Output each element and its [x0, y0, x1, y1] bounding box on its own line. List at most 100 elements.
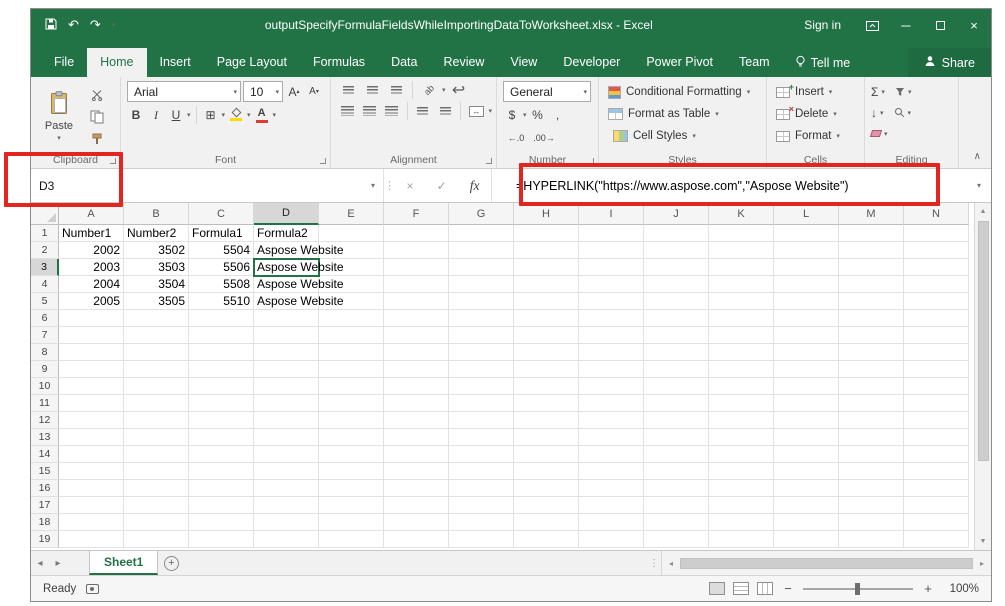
row-header-8[interactable]: 8: [31, 344, 59, 361]
cell-A6[interactable]: [59, 310, 124, 327]
cell-G8[interactable]: [449, 344, 514, 361]
decrease-indent-button[interactable]: [413, 102, 433, 120]
cell-H13[interactable]: [514, 429, 579, 446]
cell-A14[interactable]: [59, 446, 124, 463]
cell-G11[interactable]: [449, 395, 514, 412]
cell-N16[interactable]: [904, 480, 969, 497]
name-box-dropdown-icon[interactable]: ▾: [371, 181, 375, 190]
cell-K3[interactable]: [709, 259, 774, 276]
orientation-button[interactable]: ab: [418, 81, 440, 99]
tab-page-layout[interactable]: Page Layout: [204, 48, 300, 77]
cell-N13[interactable]: [904, 429, 969, 446]
cell-D7[interactable]: [254, 327, 319, 344]
cell-M3[interactable]: [839, 259, 904, 276]
cell-D14[interactable]: [254, 446, 319, 463]
decrease-font-size-button[interactable]: A▾: [305, 82, 323, 102]
zoom-level[interactable]: 100%: [943, 583, 979, 595]
cell-F19[interactable]: [384, 531, 449, 548]
cell-E11[interactable]: [319, 395, 384, 412]
align-top-button[interactable]: [337, 81, 359, 99]
cell-G12[interactable]: [449, 412, 514, 429]
cell-A3[interactable]: 2003: [59, 259, 124, 276]
bold-button[interactable]: B: [127, 105, 145, 125]
cell-F17[interactable]: [384, 497, 449, 514]
cell-J12[interactable]: [644, 412, 709, 429]
cell-G3[interactable]: [449, 259, 514, 276]
cell-C13[interactable]: [189, 429, 254, 446]
cell-F11[interactable]: [384, 395, 449, 412]
cell-E19[interactable]: [319, 531, 384, 548]
cell-H10[interactable]: [514, 378, 579, 395]
cell-L11[interactable]: [774, 395, 839, 412]
cell-C4[interactable]: 5508: [189, 276, 254, 293]
cell-N10[interactable]: [904, 378, 969, 395]
cell-H3[interactable]: [514, 259, 579, 276]
column-header-G[interactable]: G: [449, 203, 514, 225]
cell-B14[interactable]: [124, 446, 189, 463]
align-left-button[interactable]: [337, 102, 357, 120]
cell-E9[interactable]: [319, 361, 384, 378]
cell-E8[interactable]: [319, 344, 384, 361]
cell-L9[interactable]: [774, 361, 839, 378]
cell-C7[interactable]: [189, 327, 254, 344]
vertical-scroll-thumb[interactable]: [978, 221, 989, 461]
tab-data[interactable]: Data: [378, 48, 430, 77]
cell-I18[interactable]: [579, 514, 644, 531]
tab-formulas[interactable]: Formulas: [300, 48, 378, 77]
row-header-9[interactable]: 9: [31, 361, 59, 378]
cell-M19[interactable]: [839, 531, 904, 548]
autosum-button[interactable]: Σ▾: [871, 85, 885, 99]
cell-D18[interactable]: [254, 514, 319, 531]
cell-D6[interactable]: [254, 310, 319, 327]
cell-I5[interactable]: [579, 293, 644, 310]
share-button[interactable]: Share: [908, 48, 991, 77]
row-header-18[interactable]: 18: [31, 514, 59, 531]
cell-L18[interactable]: [774, 514, 839, 531]
minimize-button[interactable]: ─: [889, 9, 923, 41]
cell-A7[interactable]: [59, 327, 124, 344]
scroll-up-icon[interactable]: ▲: [980, 205, 987, 218]
find-select-button[interactable]: ▾: [894, 107, 912, 118]
cell-J13[interactable]: [644, 429, 709, 446]
cell-N1[interactable]: [904, 225, 969, 242]
row-header-13[interactable]: 13: [31, 429, 59, 446]
sort-filter-button[interactable]: ▾: [895, 87, 912, 97]
cell-J4[interactable]: [644, 276, 709, 293]
column-header-I[interactable]: I: [579, 203, 644, 225]
row-header-6[interactable]: 6: [31, 310, 59, 327]
cell-E18[interactable]: [319, 514, 384, 531]
fill-button[interactable]: ↓▾: [871, 106, 884, 120]
comma-style-button[interactable]: ,: [549, 105, 567, 125]
align-center-button[interactable]: [359, 102, 379, 120]
cell-F9[interactable]: [384, 361, 449, 378]
dropdown-icon[interactable]: ▾: [523, 111, 527, 119]
select-all-corner[interactable]: [31, 203, 59, 225]
cell-N7[interactable]: [904, 327, 969, 344]
cell-G16[interactable]: [449, 480, 514, 497]
zoom-slider[interactable]: [803, 588, 913, 590]
cell-J16[interactable]: [644, 480, 709, 497]
column-header-D[interactable]: D: [254, 203, 319, 225]
cell-N8[interactable]: [904, 344, 969, 361]
paste-button[interactable]: Paste ▾: [37, 81, 81, 148]
cell-F8[interactable]: [384, 344, 449, 361]
column-header-E[interactable]: E: [319, 203, 384, 225]
cell-M15[interactable]: [839, 463, 904, 480]
cell-A18[interactable]: [59, 514, 124, 531]
cell-L6[interactable]: [774, 310, 839, 327]
cell-F18[interactable]: [384, 514, 449, 531]
cell-J18[interactable]: [644, 514, 709, 531]
vertical-scrollbar[interactable]: ▲ ▼: [974, 203, 991, 550]
horizontal-scroll-thumb[interactable]: [680, 558, 973, 569]
row-header-2[interactable]: 2: [31, 242, 59, 259]
cell-G4[interactable]: [449, 276, 514, 293]
cell-L10[interactable]: [774, 378, 839, 395]
cell-K16[interactable]: [709, 480, 774, 497]
cell-B9[interactable]: [124, 361, 189, 378]
cell-C11[interactable]: [189, 395, 254, 412]
qat-customize-icon[interactable]: ▾: [112, 21, 116, 29]
cell-L17[interactable]: [774, 497, 839, 514]
insert-cells-button[interactable]: + Insert ▾: [773, 81, 860, 103]
cell-D10[interactable]: [254, 378, 319, 395]
cell-F4[interactable]: [384, 276, 449, 293]
